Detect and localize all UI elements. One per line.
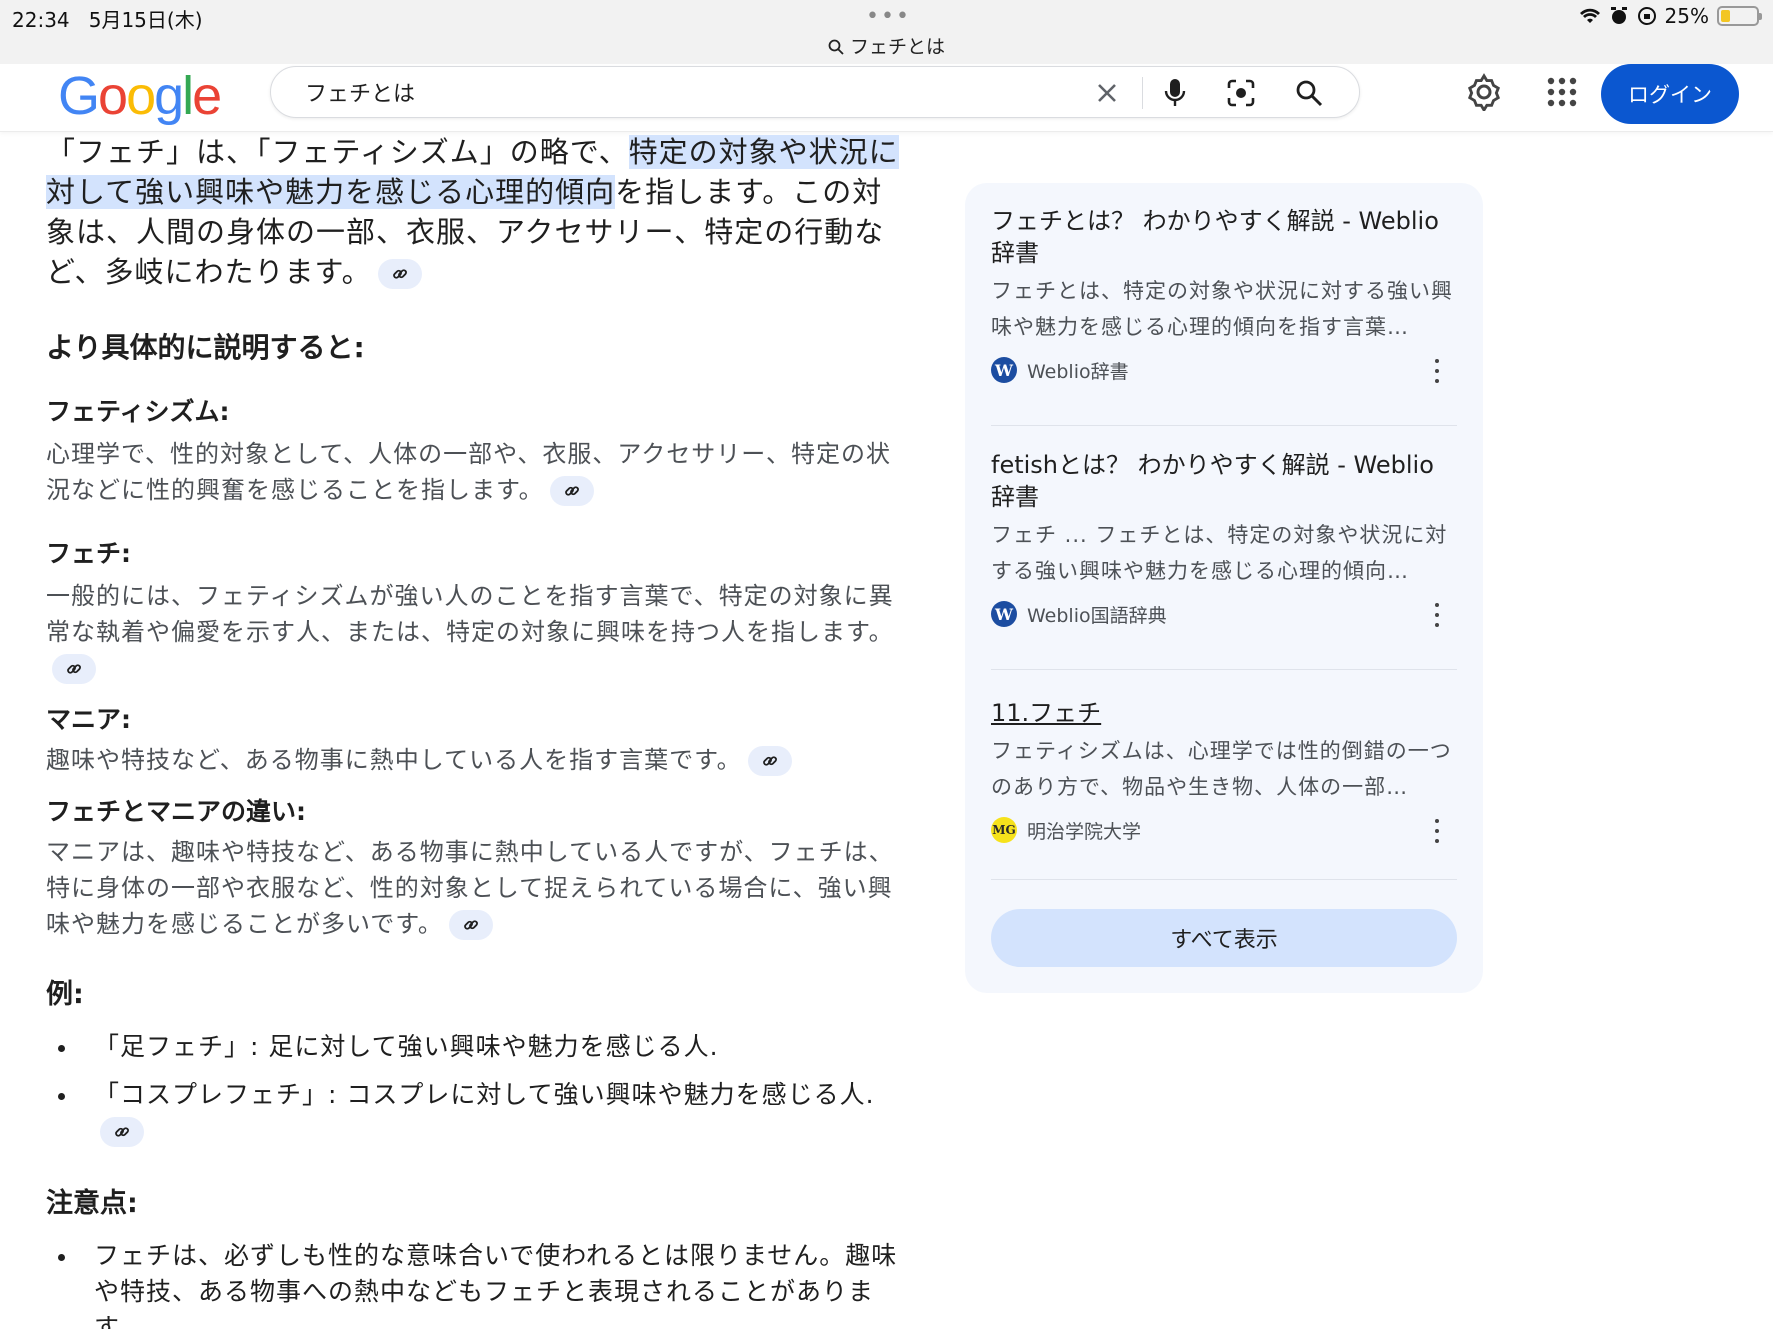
login-button[interactable]: ログイン — [1601, 64, 1739, 124]
logo-letter: l — [182, 66, 194, 126]
subheading: より具体的に説明すると: — [46, 331, 365, 364]
list-item: 「足フェチ」: 足に対して強い興味や魅力を感じる人. — [46, 1029, 906, 1065]
term-description: 心理学で、性的対象として、人体の一部や、衣服、アクセサリー、特定の状況などに性的… — [46, 440, 891, 506]
search-header: Google ログイン — [0, 64, 1773, 132]
microphone-icon[interactable] — [1159, 77, 1191, 109]
more-options-icon[interactable] — [1427, 603, 1447, 627]
status-time: 22:34 5月15日(木) — [12, 8, 203, 32]
source-snippet: フェチとは、特定の対象や状況に対する強い興味や魅力を感じる心理的傾向を指す言葉… — [991, 279, 1453, 339]
examples-list: 「足フェチ」: 足に対して強い興味や魅力を感じる人. 「コスプレフェチ」: コス… — [46, 1029, 906, 1149]
term-item: フェチとマニアの違い: マニアは、趣味や特技など、ある物事に熱中している人ですが… — [46, 792, 906, 942]
search-submit-icon[interactable] — [1293, 77, 1325, 109]
show-all-button[interactable]: すべて表示 — [991, 909, 1457, 967]
term-label: フェティシズム: — [46, 397, 230, 426]
settings-gear-icon[interactable] — [1462, 70, 1506, 114]
term-label: マニア: — [46, 705, 131, 734]
search-input[interactable] — [305, 67, 1025, 117]
status-bar: 22:34 5月15日(木) ••• 25% フェチとは — [0, 0, 1773, 64]
logo-letter: g — [154, 66, 184, 126]
source-title[interactable]: 11.フェチ — [991, 697, 1457, 729]
orientation-lock-icon — [1637, 7, 1656, 25]
meiji-gakuin-logo-icon: MG — [991, 817, 1017, 843]
apps-grid-icon[interactable] — [1540, 70, 1584, 114]
list-item: 「コスプレフェチ」: コスプレに対して強い興味や魅力を感じる人. — [46, 1077, 906, 1149]
alarm-icon — [1610, 7, 1627, 24]
source-snippet: フェチ ... フェチとは、特定の対象や状況に対する強い興味や魅力を感じる心理的… — [991, 523, 1448, 583]
source-card[interactable]: フェチとは？ わかりやすく解説 - Weblio辞書 フェチとは、特定の対象や状… — [991, 205, 1457, 387]
source-meta: MG 明治学院大学 — [991, 813, 1457, 847]
ai-answer: 「フェチ」は、「フェティシズム」の略で、特定の対象や状況に対して強い興味や魅力を… — [46, 132, 906, 1329]
logo-letter: o — [126, 66, 156, 126]
term-label: フェチとマニアの違い: — [46, 797, 306, 826]
battery-icon — [1717, 6, 1762, 26]
term-label: フェチ: — [46, 539, 131, 568]
source-meta: W Weblio国語辞典 — [991, 597, 1457, 631]
term-description: 一般的には、フェティシズムが強い人のことを指す言葉で、特定の対象に異常な執着や偏… — [46, 578, 906, 686]
search-divider — [1142, 77, 1143, 109]
term-item: フェティシズム: 心理学で、性的対象として、人体の一部や、衣服、アクセサリー、特… — [46, 392, 906, 508]
divider — [991, 425, 1457, 426]
source-snippet: フェティシズムは、心理学では性的倒錯の一つのあり方で、物品や生き物、人体の一部… — [991, 739, 1452, 799]
sources-panel: フェチとは？ わかりやすく解説 - Weblio辞書 フェチとは、特定の対象や状… — [965, 183, 1483, 993]
term-item: フェチ: 一般的には、フェティシズムが強い人のことを指す言葉で、特定の対象に異常… — [46, 534, 906, 686]
lens-icon[interactable] — [1225, 77, 1257, 109]
answer-lead: 「フェチ」は、「フェティシズム」の略で、特定の対象や状況に対して強い興味や魅力を… — [46, 135, 899, 289]
source-site: Weblio辞書 — [1027, 360, 1129, 383]
source-link-icon[interactable] — [377, 259, 422, 289]
source-title[interactable]: フェチとは？ わかりやすく解説 - Weblio辞書 — [991, 205, 1457, 269]
url-text: フェチとは — [849, 36, 945, 58]
source-link-icon[interactable] — [549, 476, 594, 506]
term-description: 趣味や特技など、ある物事に熱中している人を指す言葉です。 — [46, 742, 906, 778]
wifi-icon — [1579, 8, 1600, 23]
source-link-icon[interactable] — [747, 746, 792, 776]
status-icons: 25% — [1579, 4, 1762, 28]
source-card[interactable]: fetishとは？ わかりやすく解説 - Weblio辞書 フェチ ... フェ… — [991, 449, 1457, 631]
source-meta: W Weblio辞書 — [991, 353, 1457, 387]
battery-percent: 25% — [1664, 4, 1709, 28]
logo-letter: o — [98, 66, 128, 126]
source-site: 明治学院大学 — [1027, 820, 1142, 843]
google-logo[interactable]: Google — [58, 66, 222, 126]
source-link-icon[interactable] — [100, 1117, 144, 1147]
search-box — [270, 66, 1360, 118]
weblio-logo-icon: W — [991, 601, 1017, 627]
logo-letter: e — [192, 66, 222, 126]
divider — [991, 879, 1457, 880]
notes-heading: 注意点: — [46, 1188, 138, 1219]
logo-letter: G — [58, 66, 100, 126]
clear-icon[interactable] — [1091, 77, 1123, 109]
notes-list: フェチは、必ずしも性的な意味合いで使われるとは限りません。趣味や特技、ある物事へ… — [46, 1238, 906, 1329]
source-title[interactable]: fetishとは？ わかりやすく解説 - Weblio辞書 — [991, 449, 1457, 513]
divider — [991, 669, 1457, 670]
term-item: マニア: 趣味や特技など、ある物事に熱中している人を指す言葉です。 — [46, 700, 906, 778]
more-options-icon[interactable] — [1427, 359, 1447, 383]
term-description: マニアは、趣味や特技など、ある物事に熱中している人ですが、フェチは、特に身体の一… — [46, 838, 894, 940]
more-options-icon[interactable] — [1427, 819, 1447, 843]
url-bar[interactable]: フェチとは — [0, 32, 1773, 59]
source-link-icon[interactable] — [448, 910, 493, 940]
term-list: フェティシズム: 心理学で、性的対象として、人体の一部や、衣服、アクセサリー、特… — [46, 392, 906, 942]
tab-dots-icon[interactable]: ••• — [866, 4, 911, 29]
source-link-icon[interactable] — [52, 654, 96, 684]
weblio-logo-icon: W — [991, 357, 1017, 383]
source-card[interactable]: 11.フェチ フェティシズムは、心理学では性的倒錯の一つのあり方で、物品や生き物… — [991, 697, 1457, 847]
list-item: フェチは、必ずしも性的な意味合いで使われるとは限りません。趣味や特技、ある物事へ… — [46, 1238, 906, 1329]
examples-heading: 例: — [46, 979, 84, 1010]
search-icon — [828, 39, 844, 55]
source-site: Weblio国語辞典 — [1027, 604, 1167, 627]
